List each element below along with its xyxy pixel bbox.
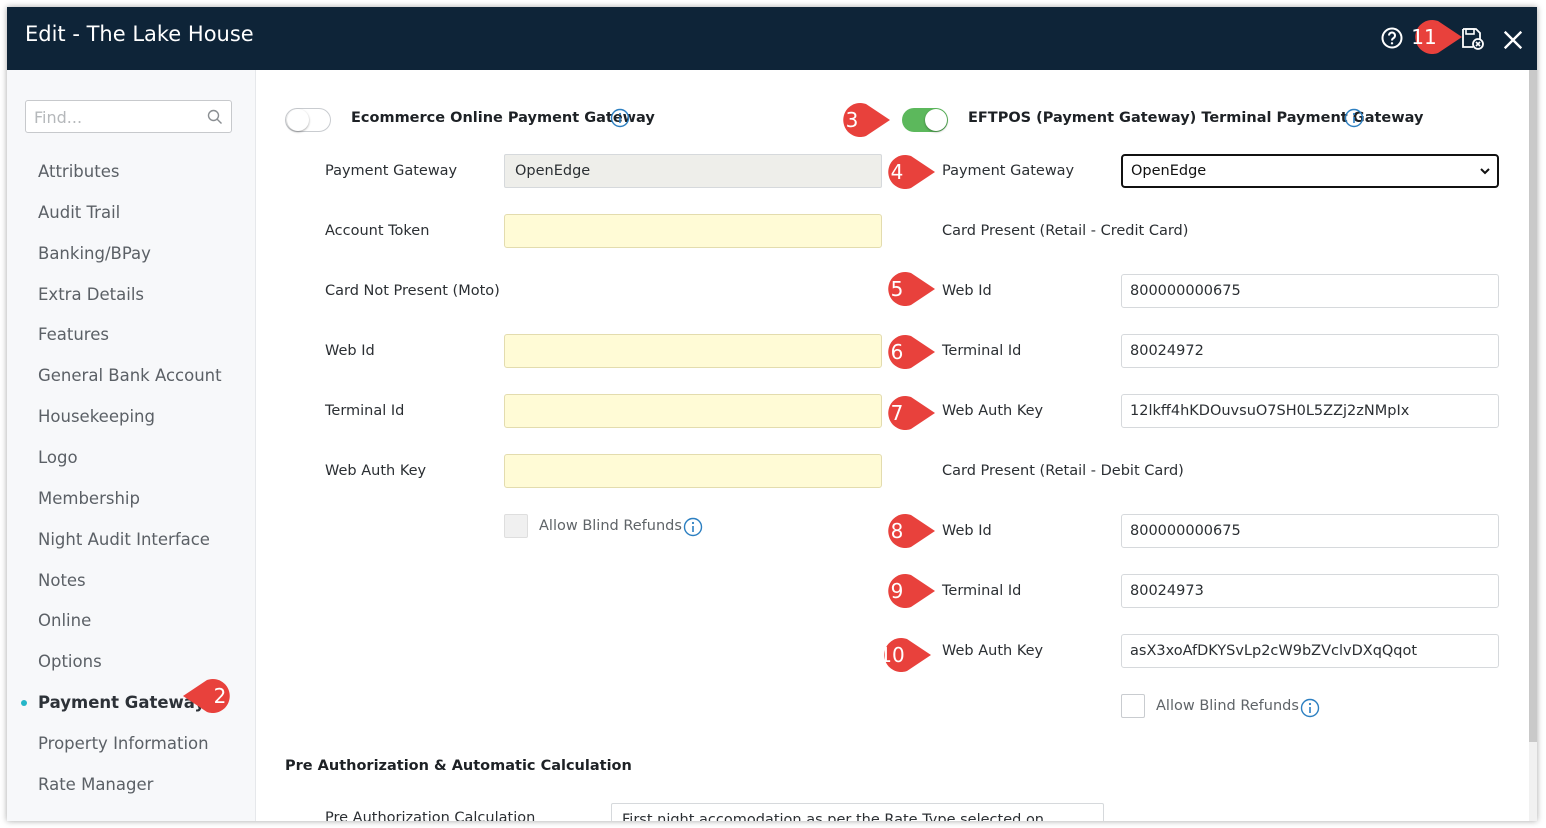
card-not-present-label: Card Not Present (Moto) bbox=[325, 283, 500, 299]
eftpos-payment-gateway-label: Payment Gateway bbox=[942, 163, 1075, 179]
search-box[interactable] bbox=[25, 100, 232, 133]
credit-terminal-id-input[interactable]: 80024972 bbox=[1121, 334, 1499, 368]
select-value: OpenEdge bbox=[515, 163, 591, 179]
annotation-badge-9: 9 bbox=[871, 572, 935, 610]
annotation-badge-11: 11 bbox=[1398, 18, 1462, 56]
annotation-badge-8: 8 bbox=[871, 512, 935, 550]
ecommerce-toggle[interactable] bbox=[285, 108, 331, 132]
info-icon[interactable] bbox=[683, 517, 703, 537]
ecommerce-allow-blind-refunds-label: Allow Blind Refunds bbox=[539, 518, 682, 534]
debit-terminal-id-label: Terminal Id bbox=[942, 583, 1022, 599]
sidebar-item-property-information[interactable]: Property Information bbox=[38, 734, 209, 753]
title-bar: Edit - The Lake House bbox=[7, 7, 1537, 70]
active-indicator bbox=[21, 700, 27, 706]
sidebar-item-online[interactable]: Online bbox=[38, 611, 91, 630]
preauth-calc-select[interactable]: First night accomodation as per the Rate… bbox=[611, 803, 1104, 821]
select-value: First night accomodation as per the Rate… bbox=[622, 812, 1045, 821]
annotation-badge-3: 3 bbox=[826, 101, 890, 139]
debit-web-auth-key-label: Web Auth Key bbox=[942, 643, 1044, 659]
eftpos-allow-blind-refunds-label: Allow Blind Refunds bbox=[1156, 698, 1299, 714]
select-value: OpenEdge bbox=[1131, 163, 1207, 179]
search-input[interactable] bbox=[32, 107, 206, 128]
sidebar-item-logo[interactable]: Logo bbox=[38, 448, 78, 467]
credit-web-auth-key-input[interactable]: 12lkff4hKDOuvsuO7SH0L5ZZj2zNMpIx bbox=[1121, 394, 1499, 428]
close-icon[interactable] bbox=[1500, 27, 1526, 53]
eftpos-toggle[interactable] bbox=[902, 108, 948, 132]
annotation-badge-6: 6 bbox=[871, 333, 935, 371]
debit-web-id-label: Web Id bbox=[942, 523, 992, 539]
eftpos-payment-gateway-select[interactable]: OpenEdge bbox=[1121, 154, 1499, 188]
sidebar-item-options[interactable]: Options bbox=[38, 652, 102, 671]
badge-number: 7 bbox=[890, 401, 904, 425]
ecommerce-payment-gateway-select[interactable]: OpenEdge bbox=[504, 154, 882, 188]
sidebar-item-housekeeping[interactable]: Housekeeping bbox=[38, 407, 155, 426]
debit-terminal-id-input[interactable]: 80024973 bbox=[1121, 574, 1499, 608]
dialog-title: Edit - The Lake House bbox=[25, 22, 254, 46]
sidebar-item-general-bank-account[interactable]: General Bank Account bbox=[38, 366, 222, 385]
annotation-badge-7: 7 bbox=[871, 394, 935, 432]
badge-number: 4 bbox=[890, 160, 904, 184]
credit-card-section-label: Card Present (Retail - Credit Card) bbox=[942, 223, 1189, 239]
badge-number: 6 bbox=[890, 340, 904, 364]
sidebar-item-features[interactable]: Features bbox=[38, 325, 109, 344]
ecommerce-payment-gateway-label: Payment Gateway bbox=[325, 163, 458, 179]
sidebar-item-notes[interactable]: Notes bbox=[38, 571, 86, 590]
sidebar-item-night-audit-interface[interactable]: Night Audit Interface bbox=[38, 530, 210, 549]
badge-number: 2 bbox=[213, 684, 227, 708]
sidebar-item-audit-trail[interactable]: Audit Trail bbox=[38, 203, 120, 222]
account-token-label: Account Token bbox=[325, 223, 430, 239]
info-icon[interactable] bbox=[1344, 108, 1364, 128]
ecommerce-terminal-id-label: Terminal Id bbox=[325, 403, 405, 419]
search-icon[interactable] bbox=[207, 109, 223, 125]
account-token-input[interactable] bbox=[504, 214, 882, 248]
preauth-section-title: Pre Authorization & Automatic Calculatio… bbox=[285, 758, 632, 774]
credit-web-id-label: Web Id bbox=[942, 283, 992, 299]
ecommerce-terminal-id-input[interactable] bbox=[504, 394, 882, 428]
debit-card-section-label: Card Present (Retail - Debit Card) bbox=[942, 463, 1184, 479]
sidebar-item-membership[interactable]: Membership bbox=[38, 489, 140, 508]
ecommerce-web-auth-key-input[interactable] bbox=[504, 454, 882, 488]
badge-number: 5 bbox=[890, 277, 904, 301]
ecommerce-allow-blind-refunds-checkbox[interactable] bbox=[504, 514, 528, 538]
credit-web-id-input[interactable]: 800000000675 bbox=[1121, 274, 1499, 308]
annotation-badge-2: 2 bbox=[183, 677, 245, 715]
sidebar-item-payment-gateway[interactable]: Payment Gateway bbox=[38, 693, 205, 712]
annotation-badge-10: 10 bbox=[865, 636, 931, 674]
ecommerce-web-id-label: Web Id bbox=[325, 343, 375, 359]
debit-web-auth-key-input[interactable]: asX3xoAfDKYSvLp2cW9bZVclvDXqQqot bbox=[1121, 634, 1499, 668]
sidebar-item-attributes[interactable]: Attributes bbox=[38, 162, 119, 181]
save-close-icon[interactable] bbox=[1459, 25, 1485, 51]
debit-web-id-input[interactable]: 800000000675 bbox=[1121, 514, 1499, 548]
ecommerce-web-id-input[interactable] bbox=[504, 334, 882, 368]
credit-terminal-id-label: Terminal Id bbox=[942, 343, 1022, 359]
sidebar-item-extra-details[interactable]: Extra Details bbox=[38, 285, 144, 304]
ecommerce-web-auth-key-label: Web Auth Key bbox=[325, 463, 427, 479]
credit-web-auth-key-label: Web Auth Key bbox=[942, 403, 1044, 419]
info-icon[interactable] bbox=[1300, 698, 1320, 718]
preauth-calc-label: Pre Authorization Calculation bbox=[325, 810, 536, 821]
annotation-badge-4: 4 bbox=[871, 153, 935, 191]
annotation-badge-5: 5 bbox=[871, 270, 935, 308]
toggle-knob bbox=[287, 109, 309, 131]
sidebar-item-rate-manager[interactable]: Rate Manager bbox=[38, 775, 153, 794]
eftpos-allow-blind-refunds-checkbox[interactable] bbox=[1121, 694, 1145, 718]
badge-number: 3 bbox=[845, 108, 859, 132]
chevron-down-icon bbox=[1480, 168, 1490, 175]
info-icon[interactable] bbox=[610, 108, 630, 128]
sidebar-item-banking-bpay[interactable]: Banking/BPay bbox=[38, 244, 151, 263]
badge-number: 9 bbox=[890, 579, 904, 603]
toggle-knob bbox=[925, 109, 947, 131]
scrollbar-thumb[interactable] bbox=[1529, 70, 1537, 742]
badge-number: 8 bbox=[890, 519, 904, 543]
badge-number: 10 bbox=[879, 643, 905, 667]
badge-number: 11 bbox=[1411, 25, 1437, 49]
